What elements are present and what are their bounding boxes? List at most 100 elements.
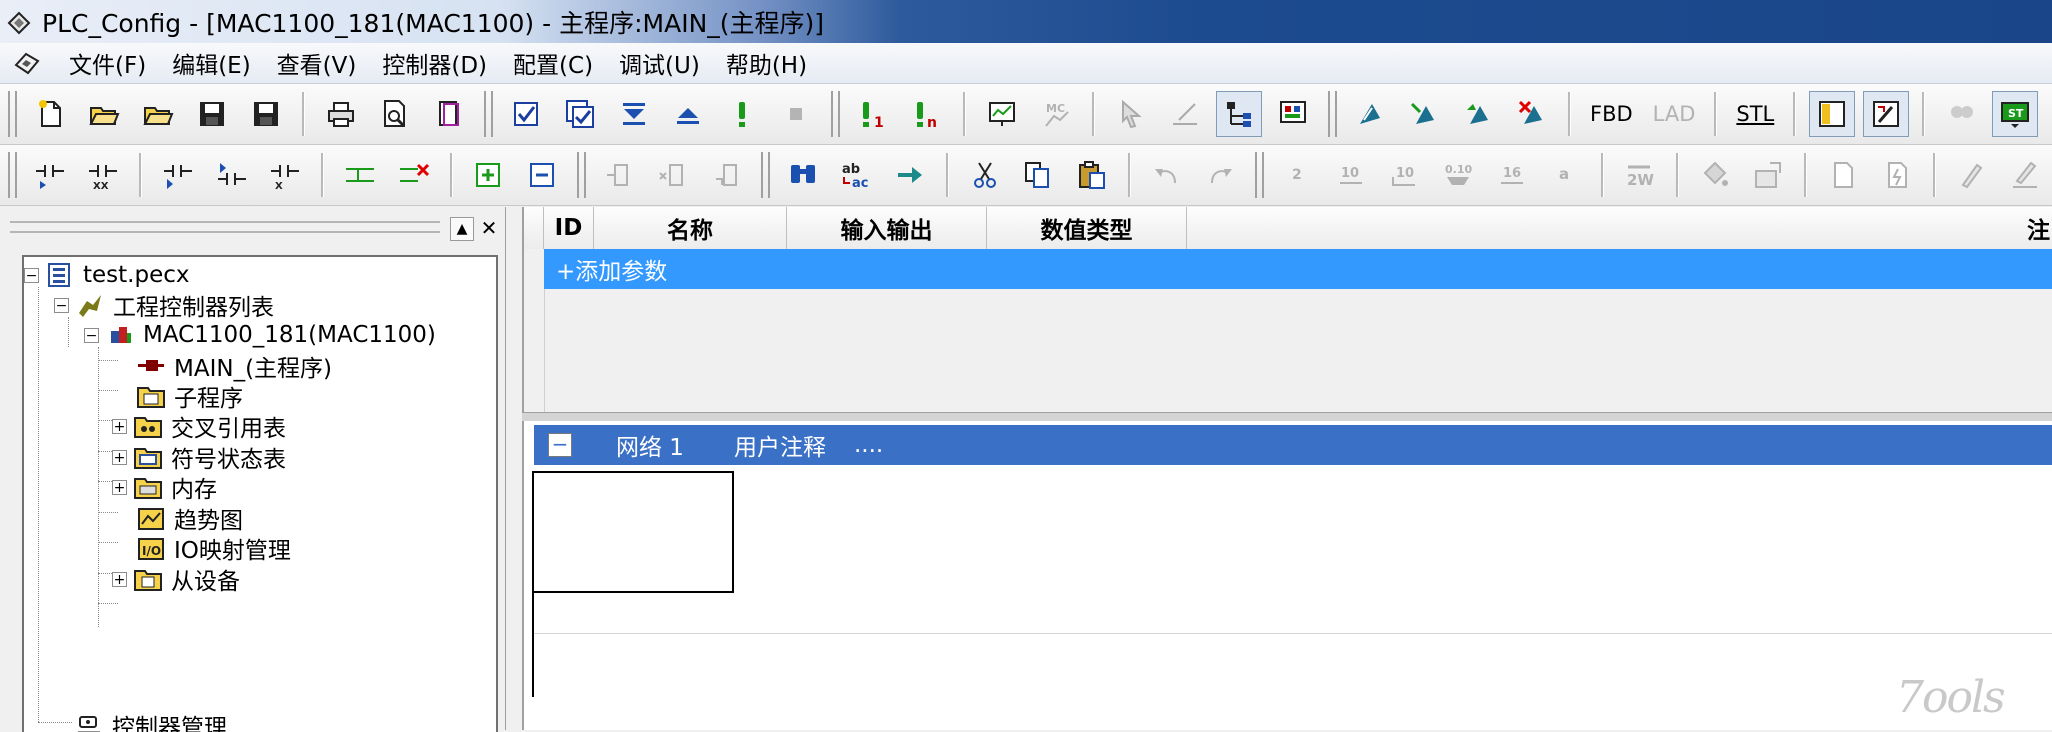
app-menu-icon[interactable]: [12, 49, 42, 77]
insert-coil-icon[interactable]: X: [263, 152, 309, 198]
run-icon[interactable]: [719, 91, 765, 137]
line-tool-icon[interactable]: [1162, 91, 1208, 137]
undo-icon[interactable]: [1144, 152, 1190, 198]
copy-icon[interactable]: [1016, 152, 1062, 198]
replace-icon[interactable]: ab ac: [834, 152, 880, 198]
tool-palette-icon[interactable]: [1863, 91, 1910, 137]
print-icon[interactable]: [318, 91, 364, 137]
format-float-icon[interactable]: 0.10: [1435, 152, 1481, 198]
insert-falling-edge-icon[interactable]: [209, 152, 255, 198]
format-decimal-signed-icon[interactable]: 10: [1382, 152, 1428, 198]
menu-file[interactable]: 文件(F): [56, 46, 159, 80]
tree-node-controller-management[interactable]: 控制器管理: [74, 707, 227, 732]
toolbar-grip[interactable]: [576, 152, 586, 198]
menu-controller[interactable]: 控制器(D): [369, 46, 500, 80]
add-parameter-row[interactable]: +添加参数: [544, 249, 2052, 289]
collapse-toggle[interactable]: −: [24, 267, 39, 283]
toolbar-grip[interactable]: [1328, 91, 1337, 137]
toolbar-grip[interactable]: [484, 91, 493, 137]
menu-config[interactable]: 配置(C): [500, 46, 606, 80]
toolbar-grip[interactable]: [760, 152, 770, 198]
column-data-type[interactable]: 数值类型: [987, 207, 1187, 249]
contact-icon[interactable]: [1347, 91, 1393, 137]
panel-pin-icon[interactable]: ▲: [450, 217, 474, 241]
delete-box-icon[interactable]: [650, 152, 696, 198]
format-hex-icon[interactable]: 16: [1489, 152, 1535, 198]
save-all-icon[interactable]: [243, 91, 289, 137]
format-word-icon[interactable]: 2W: [1617, 152, 1663, 198]
toolbar-grip[interactable]: [831, 91, 840, 137]
expand-toggle[interactable]: +: [112, 571, 127, 587]
toolbar-grip[interactable]: [1255, 152, 1265, 198]
print-preview-icon[interactable]: [372, 91, 418, 137]
monitor-icon[interactable]: [979, 91, 1025, 137]
open-recent-icon[interactable]: [135, 91, 181, 137]
network-collapse-icon[interactable]: −: [548, 433, 572, 457]
lad-button[interactable]: LAD: [1647, 91, 1702, 137]
insert-nc-contact-icon[interactable]: XX: [81, 152, 127, 198]
contact-insert-icon[interactable]: [1455, 91, 1501, 137]
cursor-tool-icon[interactable]: [1108, 91, 1154, 137]
expand-toggle[interactable]: +: [112, 479, 127, 495]
network-comment-box[interactable]: [532, 471, 734, 593]
menu-view[interactable]: 查看(V): [264, 46, 370, 80]
find-device-icon[interactable]: [1938, 91, 1984, 137]
doc-read-icon[interactable]: [1820, 152, 1866, 198]
insert-box-icon[interactable]: [596, 152, 642, 198]
format-ascii-icon[interactable]: a: [1543, 152, 1589, 198]
column-name[interactable]: 名称: [594, 207, 787, 249]
menu-debug[interactable]: 调试(U): [606, 46, 713, 80]
compile-icon[interactable]: [503, 91, 549, 137]
find-icon[interactable]: [780, 152, 826, 198]
panel-close-icon[interactable]: ✕: [478, 217, 500, 239]
expand-toggle[interactable]: +: [112, 418, 127, 434]
toolbar-grip[interactable]: [8, 91, 17, 137]
tree-node-slave-device[interactable]: + 从设备: [112, 561, 240, 597]
stop-icon[interactable]: [773, 91, 819, 137]
expand-toggle[interactable]: +: [112, 449, 127, 465]
collapse-network-icon[interactable]: [519, 152, 565, 198]
stl-button[interactable]: STL: [1730, 91, 1780, 137]
pencil-line-icon[interactable]: [2002, 152, 2048, 198]
toolbar-grip[interactable]: [8, 152, 17, 198]
upload-icon[interactable]: [665, 91, 711, 137]
menu-edit[interactable]: 编辑(E): [159, 46, 263, 80]
insert-branch-icon[interactable]: [337, 152, 383, 198]
new-file-icon[interactable]: [27, 91, 73, 137]
doc-write-icon[interactable]: [1874, 152, 1920, 198]
column-io[interactable]: 输入输出: [787, 207, 987, 249]
insert-rising-edge-icon[interactable]: [155, 152, 201, 198]
compile-all-icon[interactable]: [557, 91, 603, 137]
open-folder-icon[interactable]: [81, 91, 127, 137]
page-setup-icon[interactable]: [426, 91, 472, 137]
cut-icon[interactable]: [962, 152, 1008, 198]
contact-add-icon[interactable]: [1401, 91, 1447, 137]
paste-icon[interactable]: [1069, 152, 1115, 198]
run-single-icon[interactable]: 1: [850, 91, 896, 137]
fill-icon[interactable]: [1692, 152, 1738, 198]
download-icon[interactable]: [611, 91, 657, 137]
delete-branch-icon[interactable]: [391, 152, 437, 198]
fbd-button[interactable]: FBD: [1584, 91, 1639, 137]
panel-toggle-icon[interactable]: [1809, 91, 1856, 137]
motion-control-icon[interactable]: MC: [1033, 91, 1079, 137]
collapse-toggle[interactable]: −: [54, 297, 69, 313]
format-decimal-icon[interactable]: 10: [1328, 152, 1374, 198]
status-toggle-icon[interactable]: ST: [1992, 91, 2039, 137]
insert-no-contact-icon[interactable]: [27, 152, 73, 198]
network-view-icon[interactable]: [1216, 91, 1262, 137]
panel-drag-handle[interactable]: [10, 221, 440, 233]
column-id[interactable]: ID: [544, 207, 594, 249]
menu-help[interactable]: 帮助(H): [713, 46, 820, 80]
contact-delete-icon[interactable]: [1509, 91, 1555, 137]
run-multiple-icon[interactable]: n: [904, 91, 950, 137]
network-header[interactable]: − 网络 1 用户注释 ....: [534, 425, 2052, 465]
pencil-icon[interactable]: [1949, 152, 1995, 198]
collapse-toggle[interactable]: −: [84, 327, 99, 343]
redo-icon[interactable]: [1198, 152, 1244, 198]
network-comment[interactable]: 用户注释: [734, 428, 826, 462]
format-binary-icon[interactable]: 2: [1274, 152, 1320, 198]
save-icon[interactable]: [189, 91, 235, 137]
module-config-icon[interactable]: [1270, 91, 1316, 137]
goto-icon[interactable]: [887, 152, 933, 198]
